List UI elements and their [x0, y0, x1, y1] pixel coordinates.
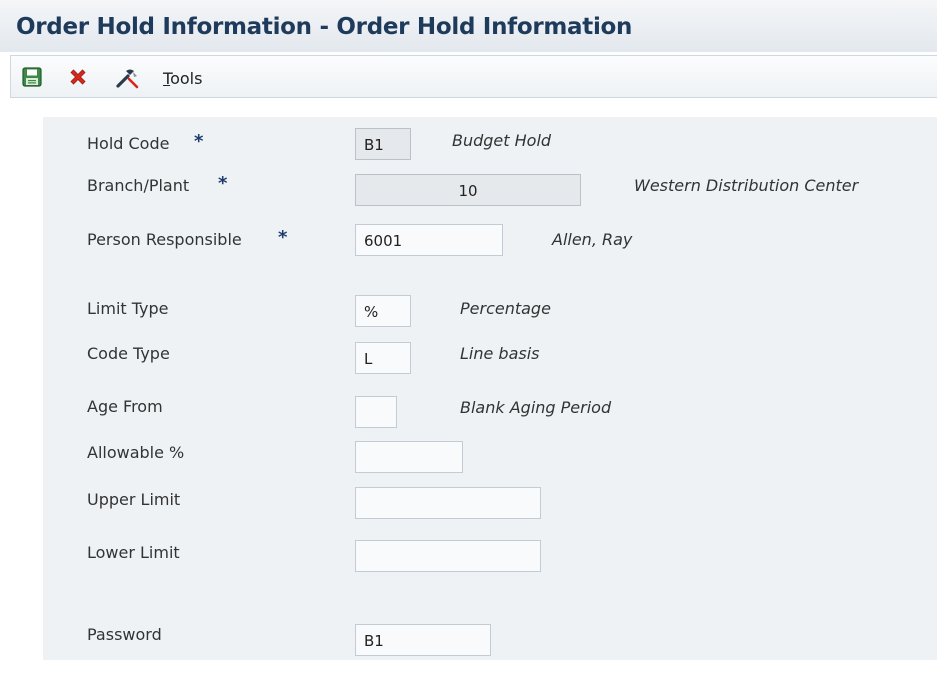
code-type-label: Code Type	[87, 344, 170, 363]
branch-plant-required-marker: *	[218, 173, 228, 194]
title-bar: Order Hold Information - Order Hold Info…	[0, 0, 937, 52]
code-type-field[interactable]: L	[355, 342, 411, 374]
upper-limit-field[interactable]	[355, 487, 541, 519]
branch-plant-field[interactable]: 10	[355, 174, 581, 206]
limit-type-label: Limit Type	[87, 299, 169, 318]
branch-plant-label: Branch/Plant	[87, 176, 190, 195]
password-label: Password	[87, 625, 162, 644]
password-field[interactable]: B1	[355, 624, 491, 656]
tools-menu[interactable]: Tools	[163, 69, 202, 88]
lower-limit-label: Lower Limit	[87, 543, 180, 562]
allowable-percent-field[interactable]	[355, 441, 463, 473]
age-from-label: Age From	[87, 397, 163, 416]
person-responsible-description: Allen, Ray	[552, 230, 633, 249]
tools-menu-label: ools	[170, 69, 203, 88]
allowable-percent-label: Allowable %	[87, 443, 185, 462]
limit-type-description: Percentage	[460, 299, 551, 318]
person-responsible-field[interactable]: 6001	[355, 224, 503, 256]
save-icon[interactable]	[21, 66, 43, 88]
page-title: Order Hold Information - Order Hold Info…	[16, 14, 633, 40]
lower-limit-field[interactable]	[355, 540, 541, 572]
toolbar: Tools	[10, 55, 937, 98]
age-from-description: Blank Aging Period	[460, 398, 612, 417]
code-type-description: Line basis	[460, 344, 540, 363]
hold-code-field[interactable]: B1	[355, 128, 411, 160]
person-responsible-required-marker: *	[278, 227, 288, 248]
tools-menu-mnemonic: T	[163, 69, 171, 88]
upper-limit-label: Upper Limit	[87, 490, 181, 509]
age-from-field[interactable]	[355, 396, 397, 428]
close-icon[interactable]	[67, 66, 89, 88]
person-responsible-label: Person Responsible	[87, 230, 242, 249]
hold-code-description: Budget Hold	[452, 131, 552, 150]
hold-code-label: Hold Code	[87, 134, 170, 153]
hold-code-required-marker: *	[194, 131, 204, 152]
limit-type-field[interactable]: %	[355, 295, 411, 327]
tools-icon[interactable]	[115, 66, 139, 89]
branch-plant-description: Western Distribution Center	[634, 176, 859, 195]
